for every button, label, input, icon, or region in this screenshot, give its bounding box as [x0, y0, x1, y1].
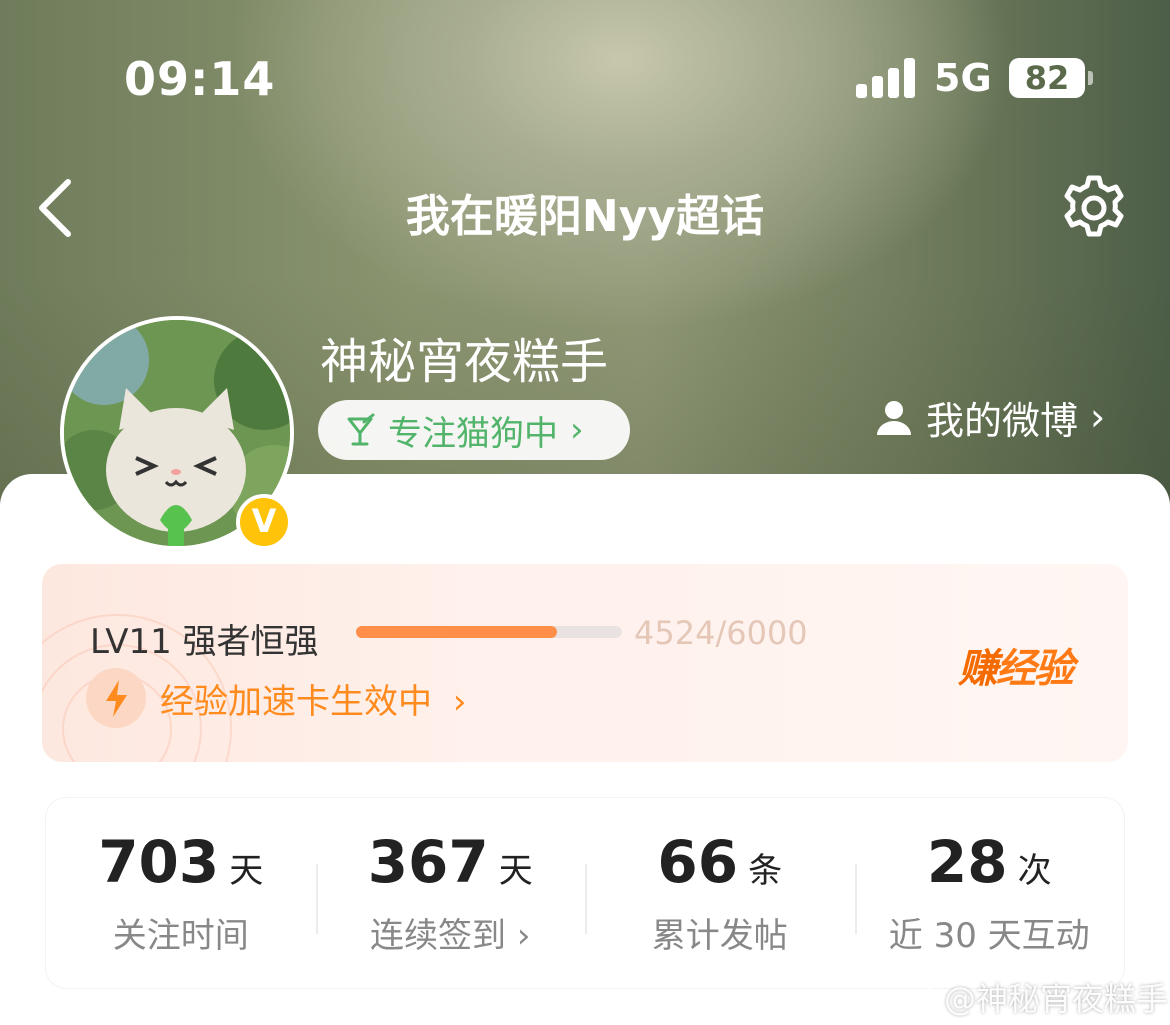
stat-label: 近 30 天互动: [888, 916, 1090, 956]
stat-label: 累计发帖: [651, 916, 788, 956]
username: 神秘宵夜糕手: [320, 334, 609, 390]
stat-unit: 天: [498, 851, 533, 891]
earn-label-part: 经验: [996, 646, 1074, 692]
battery-icon: 82: [1009, 58, 1093, 98]
status-time: 09:14: [124, 52, 276, 106]
gear-icon: [1064, 175, 1124, 237]
weibo-logo-icon: [898, 985, 936, 1013]
stat-value: 703: [98, 828, 220, 896]
page-title: 我在暖阳Nyy超话: [405, 191, 765, 242]
stat-value: 28: [926, 828, 1008, 896]
user-icon: [877, 401, 911, 435]
level-progress-text: 4524/6000: [634, 614, 808, 652]
my-weibo-link[interactable]: 我的微博 ›: [874, 394, 1106, 443]
watermark-text: @神秘宵夜糕手: [944, 980, 1169, 1018]
status-pill[interactable]: 专注猫狗中 ›: [318, 400, 630, 460]
boost-text: 经验加速卡生效中: [160, 682, 432, 722]
stat-posts: 66 条 累计发帖: [585, 798, 855, 988]
signal-icon: [856, 58, 916, 98]
stat-unit: 条: [748, 851, 783, 891]
stat-follow-days: 703 天 关注时间: [46, 798, 316, 988]
settings-button[interactable]: [1058, 172, 1130, 244]
verified-badge: V: [236, 494, 292, 550]
boost-link[interactable]: 经验加速卡生效中 ›: [160, 674, 466, 723]
earn-label-part: 赚: [958, 646, 998, 692]
level-card[interactable]: LV11 强者恒强 4524/6000 经验加速卡生效中 › 赚经验: [42, 564, 1128, 762]
watermark: @神秘宵夜糕手: [898, 974, 1168, 1020]
stat-checkin-days[interactable]: 367 天 连续签到 ›: [315, 798, 586, 988]
network-type: 5G: [934, 56, 992, 100]
stat-interactions: 28 次 近 30 天互动: [854, 798, 1125, 988]
stats-panel: 703 天 关注时间 367 天 连续签到 › 66 条 累计发帖 28 次 近 30 …: [46, 798, 1124, 988]
chevron-right-icon: ›: [570, 410, 584, 450]
stat-label: 连续签到 ›: [370, 916, 531, 956]
stat-unit: 天: [229, 851, 264, 891]
stat-value: 367: [367, 828, 489, 896]
chevron-right-icon: ›: [452, 682, 467, 722]
cocktail-icon: [347, 413, 375, 446]
stat-value: 66: [657, 828, 739, 896]
stat-label: 关注时间: [112, 916, 249, 956]
my-weibo-label: 我的微博: [926, 398, 1079, 443]
level-label: LV11 强者恒强: [90, 622, 319, 662]
lightning-icon: [86, 668, 146, 728]
stat-unit: 次: [1017, 851, 1052, 891]
status-text: 专注猫狗中: [388, 413, 558, 454]
level-progress-bar: [356, 626, 622, 638]
chevron-right-icon: ›: [1090, 395, 1106, 439]
earn-exp-button[interactable]: 赚经验: [958, 636, 1074, 694]
level-progress-fill: [356, 626, 557, 638]
